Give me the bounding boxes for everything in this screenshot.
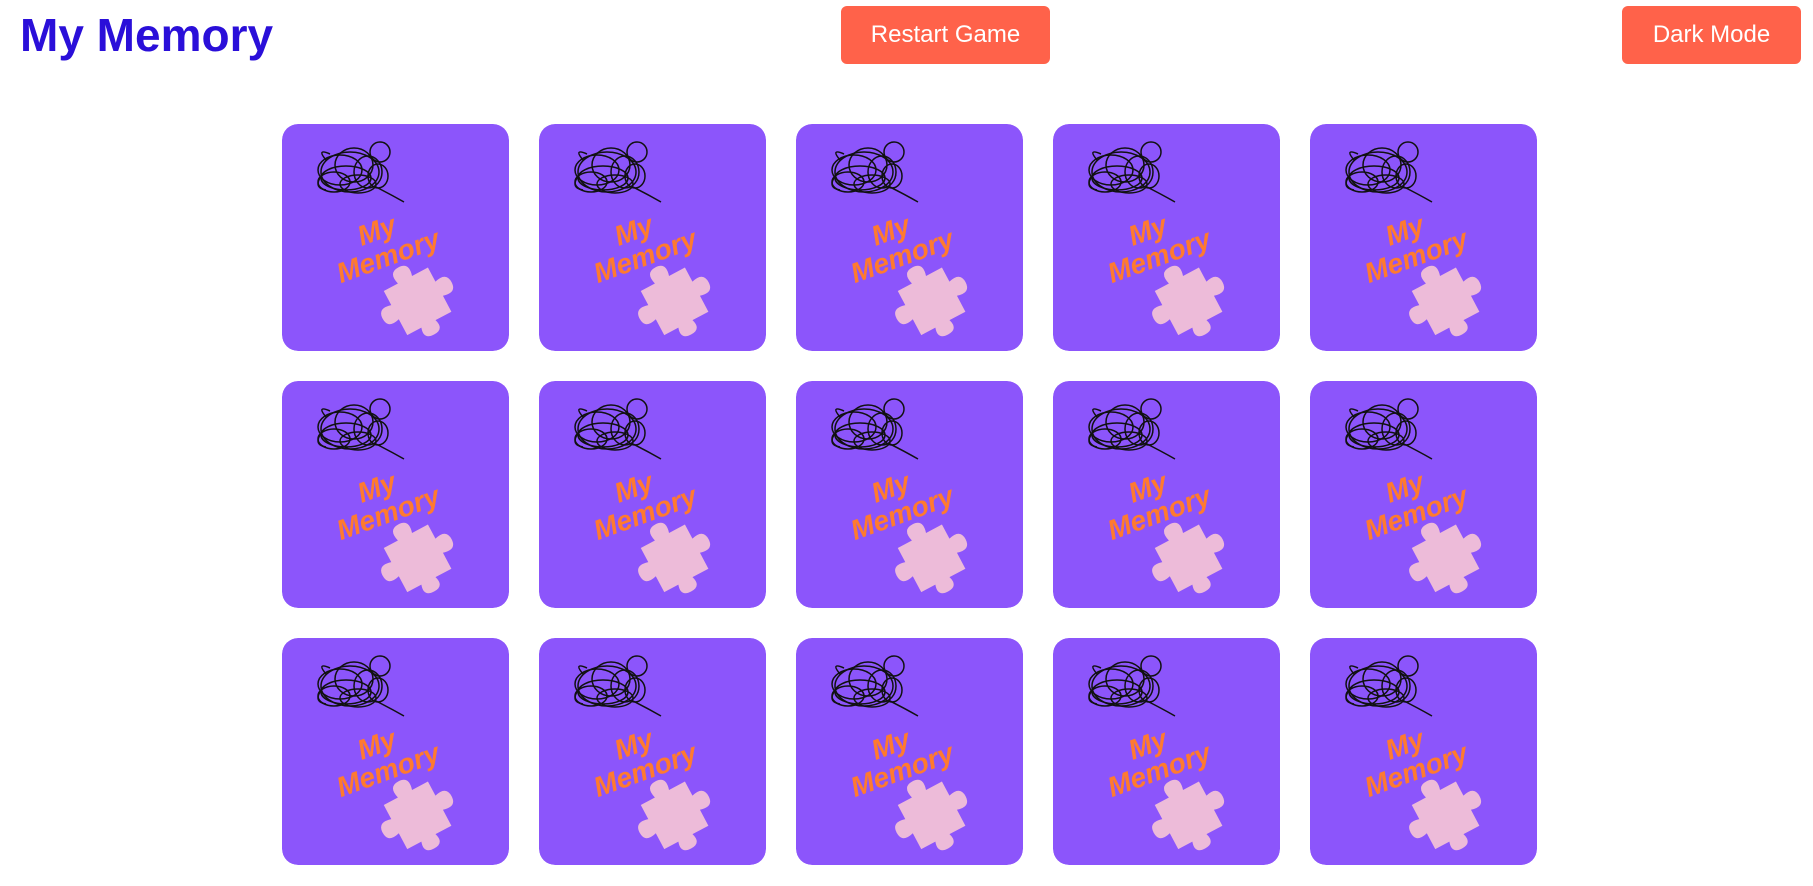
card-back-logo: My Memory [1310,124,1537,351]
card-back-logo: My Memory [539,381,766,608]
page-title: My Memory [20,9,274,61]
restart-game-button[interactable]: Restart Game [841,6,1050,64]
card-back-logo: My Memory [796,381,1023,608]
card-back-logo: My Memory [1310,638,1537,865]
memory-card-7[interactable]: My Memory [539,381,766,608]
card-back-logo: My Memory [796,638,1023,865]
card-grid: My Memory My Memory My Memory My Memory … [282,124,1537,865]
memory-card-12[interactable]: My Memory [539,638,766,865]
card-back-logo: My Memory [282,638,509,865]
card-back-logo: My Memory [1053,124,1280,351]
card-back-logo: My Memory [539,124,766,351]
memory-card-1[interactable]: My Memory [282,124,509,351]
memory-card-9[interactable]: My Memory [1053,381,1280,608]
memory-card-10[interactable]: My Memory [1310,381,1537,608]
memory-card-8[interactable]: My Memory [796,381,1023,608]
card-back-logo: My Memory [1053,381,1280,608]
memory-card-13[interactable]: My Memory [796,638,1023,865]
memory-card-15[interactable]: My Memory [1310,638,1537,865]
memory-card-14[interactable]: My Memory [1053,638,1280,865]
memory-card-11[interactable]: My Memory [282,638,509,865]
card-back-logo: My Memory [1310,381,1537,608]
dark-mode-button[interactable]: Dark Mode [1622,6,1801,64]
header: My Memory Restart Game Dark Mode [0,0,1813,70]
card-back-logo: My Memory [1053,638,1280,865]
card-back-logo: My Memory [282,124,509,351]
memory-card-2[interactable]: My Memory [539,124,766,351]
memory-card-3[interactable]: My Memory [796,124,1023,351]
memory-card-4[interactable]: My Memory [1053,124,1280,351]
memory-card-6[interactable]: My Memory [282,381,509,608]
memory-card-5[interactable]: My Memory [1310,124,1537,351]
card-back-logo: My Memory [796,124,1023,351]
card-back-logo: My Memory [539,638,766,865]
card-back-logo: My Memory [282,381,509,608]
